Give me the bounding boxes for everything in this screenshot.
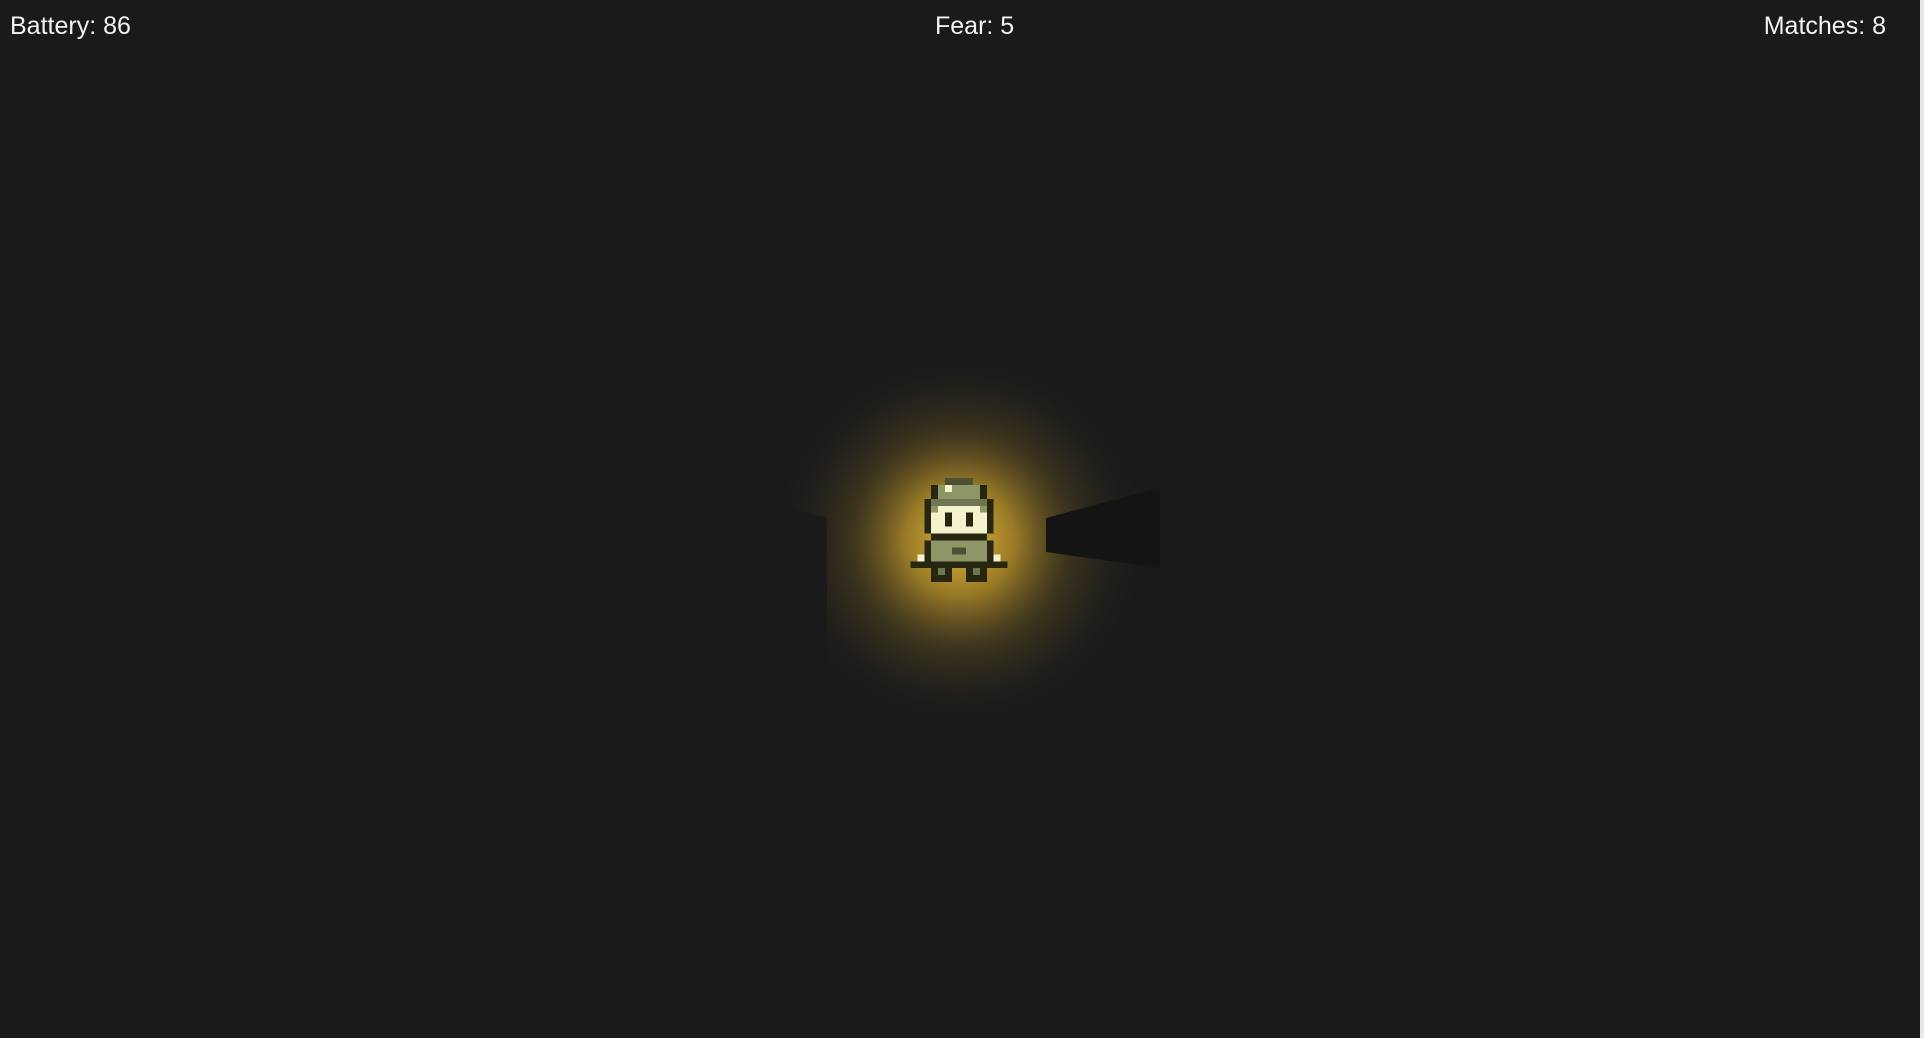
matches-counter: Matches: 8 xyxy=(1763,12,1886,40)
game-canvas[interactable]: Battery: 86 Fear: 5 Matches: 8 xyxy=(0,0,1924,1038)
window-edge xyxy=(1920,0,1924,1038)
player-sprite xyxy=(910,478,1008,583)
fear-counter: Fear: 5 xyxy=(935,12,1015,40)
wall-shadow-left xyxy=(760,500,827,740)
battery-counter: Battery: 86 xyxy=(10,12,131,40)
